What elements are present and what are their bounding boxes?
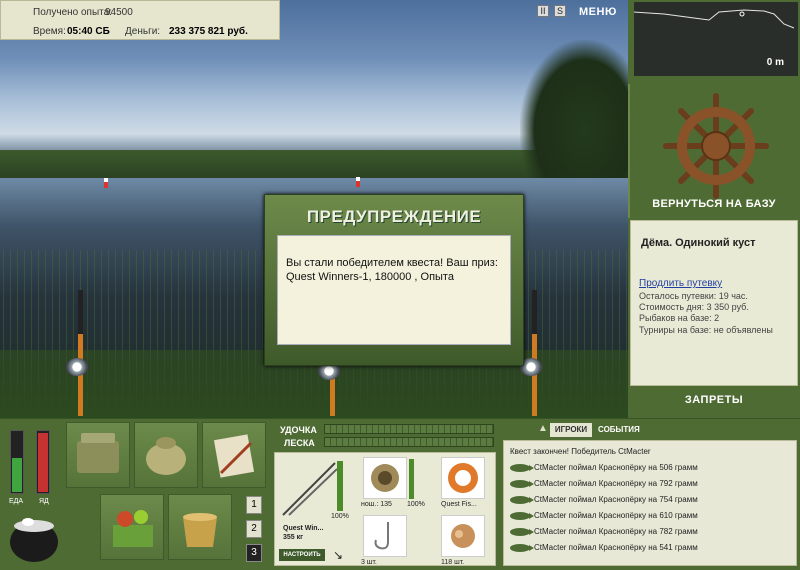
line-tension-bar bbox=[324, 437, 494, 447]
rod-icon[interactable] bbox=[279, 459, 339, 519]
list-item: CtMacter поймал Краснопёрку на 792 грамм bbox=[510, 479, 796, 493]
bait-count: 118 шт. bbox=[441, 559, 465, 566]
event-text: CtMacter поймал Краснопёрку на 506 грамм bbox=[534, 463, 698, 472]
event-text: CtMacter поймал Краснопёрку на 610 грамм bbox=[534, 511, 698, 520]
bag-tile[interactable] bbox=[134, 422, 198, 488]
rod-tension-bar bbox=[324, 424, 494, 434]
time-label: Время: bbox=[33, 26, 66, 37]
tournaments-status: Турниры на базе: не объявлены bbox=[639, 325, 773, 335]
tackle-panel: 100% Quest Win... 355 кг НАСТРОИТЬ ↘ нош… bbox=[274, 452, 496, 566]
pause-button[interactable]: II bbox=[537, 5, 549, 17]
player-info: Получено опыта: 94500 Время: 05:40 СБ Де… bbox=[0, 0, 280, 40]
bait-slot[interactable] bbox=[441, 515, 485, 557]
line-slot[interactable] bbox=[441, 457, 485, 499]
menu-button[interactable]: МЕНЮ bbox=[579, 6, 617, 18]
rod-1[interactable] bbox=[78, 290, 83, 416]
reel-capacity: нош.: 135 bbox=[361, 501, 392, 508]
fish-icon bbox=[510, 527, 534, 536]
hook-count: 3 шт. bbox=[361, 559, 377, 566]
bag-icon bbox=[146, 437, 186, 475]
list-item: CtMacter поймал Краснопёрку на 782 грамм bbox=[510, 527, 796, 541]
rod-percent: 100% bbox=[331, 513, 349, 520]
reel-slot[interactable] bbox=[363, 457, 407, 499]
event-header: Квест закончен! Победитель CtMacter bbox=[510, 447, 651, 456]
food-meter bbox=[10, 430, 24, 494]
bait-bucket-tile[interactable] bbox=[168, 494, 232, 560]
depth-map: 0 m bbox=[632, 0, 800, 78]
journal-tile[interactable] bbox=[202, 422, 266, 488]
cauldron-icon[interactable] bbox=[6, 510, 62, 564]
exp-label: Получено опыта: bbox=[33, 7, 112, 18]
depth-value: 0 m bbox=[766, 57, 784, 68]
fish-icon bbox=[510, 463, 534, 472]
reel-icon bbox=[371, 464, 399, 492]
groundbait-tile[interactable] bbox=[100, 494, 164, 560]
float-icon bbox=[356, 177, 360, 187]
event-text: CtMacter поймал Краснопёрку на 782 грамм bbox=[534, 527, 698, 536]
day-cost: Стоимость дня: 3 350 руб. bbox=[639, 302, 749, 312]
fish-icon bbox=[510, 511, 534, 520]
list-item: CtMacter поймал Краснопёрку на 506 грамм bbox=[510, 463, 796, 477]
exp-value: 94500 bbox=[105, 7, 133, 18]
time-value: 05:40 СБ bbox=[67, 26, 110, 37]
dialog-message: Вы стали победителем квеста! Ваш приз: Q… bbox=[286, 257, 498, 283]
tab-players[interactable]: ИГРОКИ bbox=[550, 423, 592, 437]
event-text: CtMacter поймал Краснопёрку на 541 грамм bbox=[534, 543, 698, 552]
rod-weight: 355 кг bbox=[283, 534, 304, 541]
notebook-icon bbox=[213, 434, 255, 478]
bait-icon bbox=[451, 524, 475, 548]
reel-percent: 100% bbox=[407, 501, 425, 508]
return-to-base-button[interactable]: ВЕРНУТЬСЯ НА БАЗУ bbox=[628, 198, 800, 210]
tackle-box-icon bbox=[77, 433, 119, 473]
food-label: ЕДА bbox=[9, 498, 24, 505]
dialog-body[interactable]: Вы стали победителем квеста! Ваш приз: Q… bbox=[277, 235, 511, 345]
page-2-button[interactable]: 2 bbox=[246, 520, 262, 538]
permit-remaining: Осталось путевки: 19 час. bbox=[639, 291, 748, 301]
line-label: ЛЕСКА bbox=[284, 438, 315, 448]
setup-button[interactable]: НАСТРОИТЬ bbox=[279, 549, 325, 561]
float-icon bbox=[104, 178, 108, 188]
list-item: CtMacter поймал Краснопёрку на 610 грамм bbox=[510, 511, 796, 525]
warning-dialog: ПРЕДУПРЕЖДЕНИЕ Вы стали победителем квес… bbox=[264, 194, 524, 366]
bans-button[interactable]: ЗАПРЕТЫ bbox=[628, 394, 800, 406]
page-1-button[interactable]: 1 bbox=[246, 496, 262, 514]
fish-icon bbox=[510, 543, 534, 552]
line-spool-icon bbox=[448, 463, 478, 493]
rod-3[interactable] bbox=[532, 290, 537, 416]
money-label: Деньги: bbox=[125, 26, 161, 37]
line-name: Quest Fis... bbox=[441, 501, 477, 508]
base-name: Дёма. Одинокий куст bbox=[641, 237, 756, 249]
fishers-count: Рыбаков на базе: 2 bbox=[639, 313, 720, 323]
rod-durability-bar bbox=[337, 461, 343, 511]
events-list: Квест закончен! Победитель CtMacter CtMa… bbox=[503, 440, 797, 566]
event-text: CtMacter поймал Краснопёрку на 754 грамм bbox=[534, 495, 698, 504]
vegetable-basket-icon bbox=[113, 510, 153, 547]
page-3-button[interactable]: 3 bbox=[246, 544, 262, 562]
tackle-box-tile[interactable] bbox=[66, 422, 130, 488]
event-text: CtMacter поймал Краснопёрку на 792 грамм bbox=[534, 479, 698, 488]
triangle-icon: ▲ bbox=[538, 423, 548, 434]
fish-icon bbox=[510, 495, 534, 504]
dialog-title: ПРЕДУПРЕЖДЕНИЕ bbox=[306, 207, 482, 226]
fish-icon bbox=[510, 479, 534, 488]
reel-icon bbox=[66, 358, 88, 376]
bucket-icon bbox=[183, 513, 217, 547]
reel-durability-bar bbox=[409, 459, 414, 499]
base-info: Дёма. Одинокий куст Продлить путевку Ост… bbox=[630, 220, 798, 386]
hook-slot[interactable] bbox=[363, 515, 407, 557]
list-item: CtMacter поймал Краснопёрку на 541 грамм bbox=[510, 543, 796, 557]
sound-button[interactable]: S bbox=[554, 5, 566, 17]
hook-icon bbox=[374, 522, 389, 550]
list-item: CtMacter поймал Краснопёрку на 754 грамм bbox=[510, 495, 796, 509]
ship-wheel-icon[interactable] bbox=[662, 92, 770, 200]
poison-label: ЯД bbox=[39, 498, 49, 505]
extend-permit-link[interactable]: Продлить путевку bbox=[639, 278, 722, 289]
poison-meter bbox=[36, 430, 50, 494]
money-value: 233 375 821 руб. bbox=[169, 26, 248, 37]
arrow-icon: ↘ bbox=[333, 548, 344, 562]
tab-events[interactable]: СОБЫТИЯ bbox=[598, 425, 640, 434]
rod-label: УДОЧКА bbox=[280, 425, 317, 435]
rod-name: Quest Win... bbox=[283, 525, 324, 532]
